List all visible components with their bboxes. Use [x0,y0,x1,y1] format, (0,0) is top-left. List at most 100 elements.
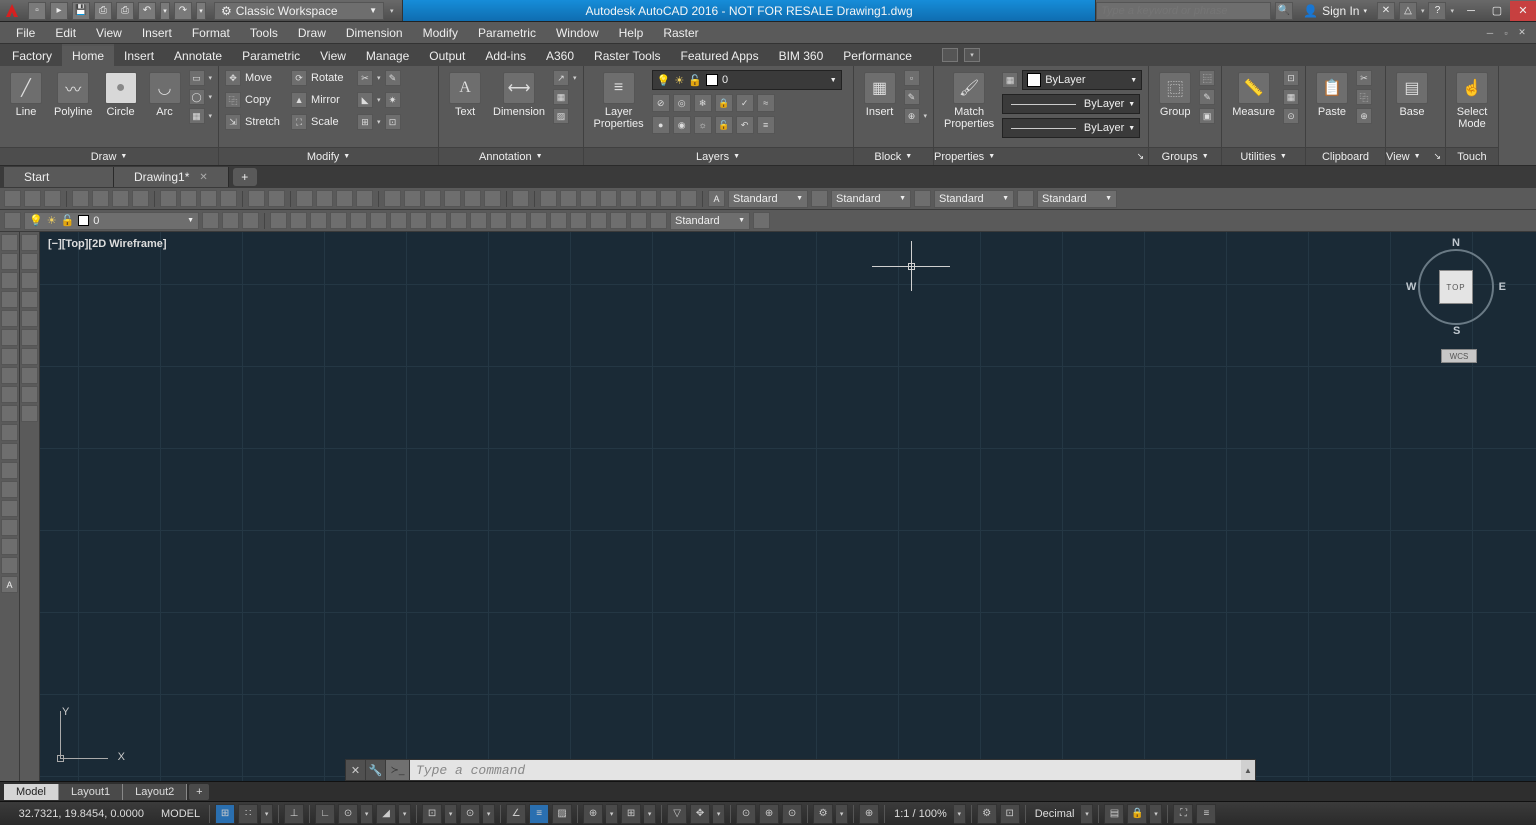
cmdline-expand-icon[interactable]: ▲ [1241,760,1255,780]
text-button[interactable]: AText [445,70,485,120]
leader-icon[interactable]: ↗ [553,70,569,86]
menu-file[interactable]: File [6,23,45,43]
3dosnap-dd-icon[interactable]: ▾ [483,804,495,824]
units-dd-icon[interactable]: ▾ [1081,804,1093,824]
tb-publish-icon[interactable] [112,190,129,207]
viewcube[interactable]: N S E W TOP WCS [1406,237,1506,367]
tb-dim8-icon[interactable] [680,190,697,207]
st-insert-icon[interactable] [1,443,18,460]
tb-dcenter-icon[interactable] [404,190,421,207]
tb-d1-icon[interactable] [270,212,287,229]
rotate-icon[interactable]: ⟳ [291,70,307,86]
layer-unlock-icon[interactable]: 🔓 [715,116,733,134]
panel-block-footer[interactable]: Block▼ [854,147,934,165]
line-button[interactable]: ╱Line [6,70,46,120]
menu-raster[interactable]: Raster [653,23,708,43]
ribbon-minimize-icon[interactable]: ▾ [964,48,980,62]
tb-d11-icon[interactable] [470,212,487,229]
layer-off-icon[interactable]: ⊘ [652,94,670,112]
viewport-label[interactable]: [−][Top][2D Wireframe] [48,238,167,250]
isoplane-dd-icon[interactable]: ▾ [399,804,411,824]
help-icon[interactable]: ? [1428,2,1446,20]
layer-dropdown[interactable]: 💡 ☀ 🔓 0 ▼ [652,70,842,90]
st2-offset-icon[interactable] [21,291,38,308]
panel-layers-footer[interactable]: Layers▼ [584,147,853,165]
snap-dd-icon[interactable]: ▾ [261,804,273,824]
qat-redo-dd-icon[interactable]: ▾ [196,2,206,20]
tab-performance[interactable]: Performance [833,44,922,66]
tb-zoom-prev-icon[interactable] [356,190,373,207]
layer-match-icon[interactable]: ≈ [757,94,775,112]
menu-view[interactable]: View [86,23,132,43]
tb-toolpal-icon[interactable] [424,190,441,207]
ortho-toggle-icon[interactable]: ∟ [315,804,335,824]
panel-modify-footer[interactable]: Modify▼ [219,147,438,165]
qat-new-icon[interactable]: ▫ [28,2,46,20]
stretch-icon[interactable]: ⇲ [225,114,241,130]
tab-insert[interactable]: Insert [114,44,164,66]
base-button[interactable]: ▤Base [1392,70,1432,120]
compass-s[interactable]: S [1453,325,1460,337]
help-search-input[interactable] [1096,2,1271,20]
wipeout-icon[interactable]: ▨ [553,108,569,124]
fillet-icon[interactable]: ◣ [357,92,373,108]
annoscale-icon[interactable]: ⊙ [782,804,802,824]
tb-open-icon[interactable] [24,190,41,207]
select-mode-button[interactable]: ☝Select Mode [1452,70,1492,132]
tb-3ddwf-icon[interactable] [132,190,149,207]
block-attr-icon[interactable]: ⊕ [904,108,920,124]
signin-button[interactable]: 👤 Sign In ▾ [1297,4,1373,18]
tb-d7-icon[interactable] [390,212,407,229]
paste-button[interactable]: 📋Paste [1312,70,1352,120]
gizmo-dd-icon[interactable]: ▾ [713,804,725,824]
qat-undo-icon[interactable]: ↶ [138,2,156,20]
polar-dd-icon[interactable]: ▾ [361,804,373,824]
zoom-dd-icon[interactable]: ▾ [954,804,966,824]
panel-annotation-footer[interactable]: Annotation▼ [439,147,582,165]
st-ellipse-icon[interactable] [1,405,18,422]
compass-w[interactable]: W [1406,281,1416,293]
copy-icon[interactable]: ⿻ [225,92,241,108]
tb-d9-icon[interactable] [430,212,447,229]
menu-dimension[interactable]: Dimension [336,23,413,43]
tab-rastertools[interactable]: Raster Tools [584,44,670,66]
mirror-icon[interactable]: ▲ [291,92,307,108]
tb-paste2-icon[interactable] [200,190,217,207]
autoscale-icon[interactable]: ⊕ [759,804,779,824]
stay-connected-icon[interactable]: △ [1399,2,1417,20]
add-layout-button[interactable]: + [189,784,209,800]
panel-draw-footer[interactable]: Draw▼ [0,147,218,165]
tab-layout1[interactable]: Layout1 [59,784,123,800]
ribbon-panel-toggle-icon[interactable] [942,48,958,62]
tb-d8-icon[interactable] [410,212,427,229]
move-icon[interactable]: ✥ [225,70,241,86]
compass-e[interactable]: E [1499,281,1506,293]
annotation-visibility-icon[interactable]: ⊙ [736,804,756,824]
close-button[interactable]: ✕ [1510,1,1536,21]
tb-dimstyle-icon[interactable] [811,190,828,207]
tab-model[interactable]: Model [4,784,59,800]
group-edit-icon[interactable]: ✎ [1199,89,1215,105]
tb-dim2-icon[interactable] [560,190,577,207]
tab-bim360[interactable]: BIM 360 [769,44,834,66]
maximize-button[interactable]: ▢ [1484,1,1510,21]
layer-walk-icon[interactable]: ≡ [757,116,775,134]
tab-view[interactable]: View [310,44,356,66]
tab-addins[interactable]: Add-ins [475,44,536,66]
search-icon[interactable]: 🔍 [1275,2,1293,20]
tb-help2-icon[interactable] [512,190,529,207]
ellipse-icon[interactable]: ◯ [189,89,205,105]
tb-save-icon[interactable] [44,190,61,207]
menu-edit[interactable]: Edit [45,23,86,43]
panel-view-footer[interactable]: View▼↘ [1386,147,1445,165]
tb-preview-icon[interactable] [92,190,109,207]
cut-icon[interactable]: ✂ [1356,70,1372,86]
qat-save-icon[interactable]: 💾 [72,2,90,20]
st2-erase-icon[interactable] [21,234,38,251]
dyn-ucs-icon[interactable]: ⊞ [621,804,641,824]
tb-d14-icon[interactable] [530,212,547,229]
workspace-dd-icon[interactable]: ▾ [836,804,848,824]
fullscreen-icon[interactable]: ⛶ [1173,804,1193,824]
tb-redo2-icon[interactable] [268,190,285,207]
panel-utilities-footer[interactable]: Utilities▼ [1222,147,1305,165]
